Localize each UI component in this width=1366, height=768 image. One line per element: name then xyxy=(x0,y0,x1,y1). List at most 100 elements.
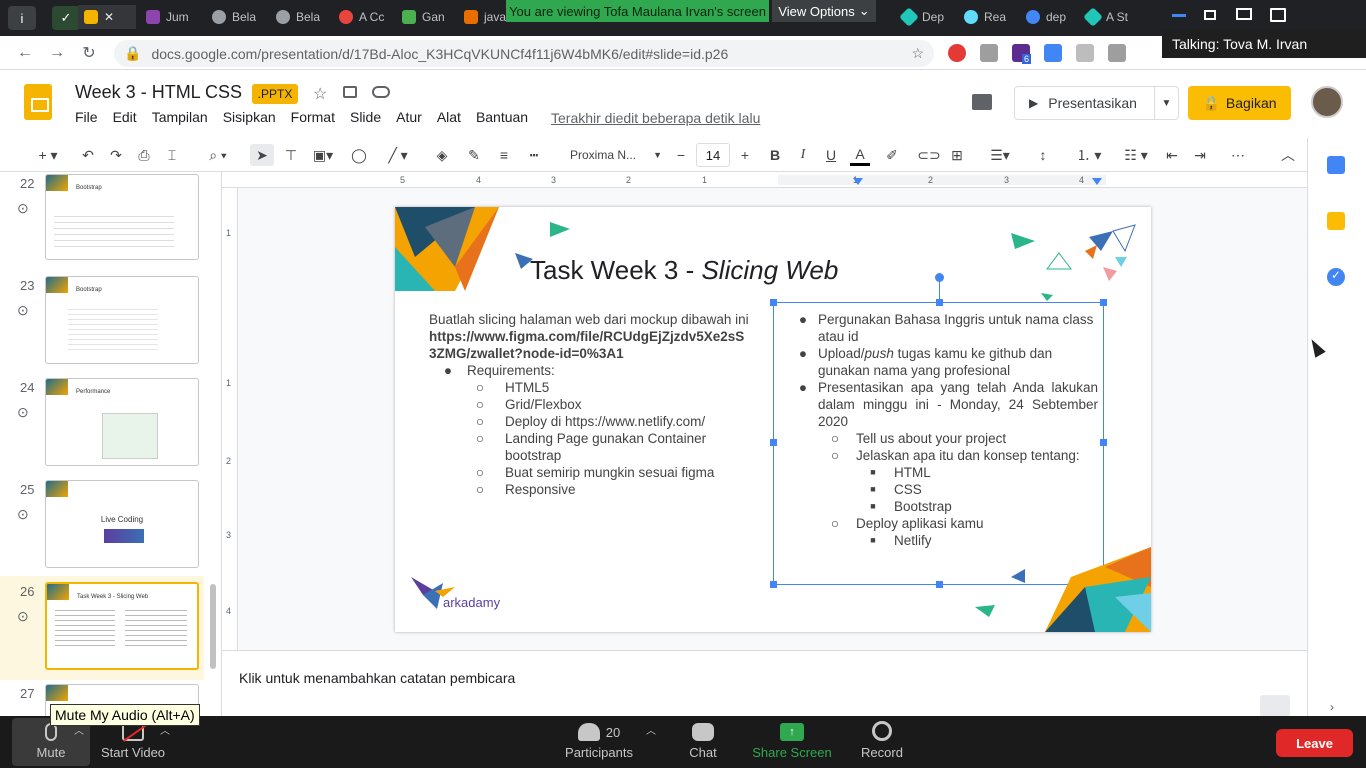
chevron-up-icon[interactable]: ︿ xyxy=(646,722,656,737)
menu-file[interactable]: File xyxy=(75,109,98,125)
tab-gan[interactable]: Gan xyxy=(396,5,452,29)
line-icon[interactable]: ╱ ▾ xyxy=(378,144,418,166)
left-text-box[interactable]: Buatlah slicing halaman web dari mockup … xyxy=(429,311,749,498)
tasks-icon[interactable]: ✓ xyxy=(1327,268,1345,286)
zoom-icon[interactable]: ⌕ ▾ xyxy=(200,144,236,166)
redo-icon[interactable]: ↷ xyxy=(106,144,126,166)
avatar[interactable] xyxy=(1311,86,1343,118)
calendar-icon[interactable] xyxy=(1327,156,1345,174)
bookmark-star-icon[interactable]: ☆ xyxy=(911,45,924,62)
increase-indent-icon[interactable]: ⇥ xyxy=(1190,144,1210,166)
maximize-icon[interactable] xyxy=(1236,8,1252,20)
increase-font-size-icon[interactable]: + xyxy=(736,144,754,166)
slide-thumbnail-active[interactable]: 26 ⊙ Task Week 3 - Slicing Web xyxy=(0,582,208,682)
line-spacing-icon[interactable]: ↕ xyxy=(1032,144,1054,166)
font-family-select[interactable]: Proxima N... ▼ xyxy=(564,144,662,166)
menu-format[interactable]: Format xyxy=(291,109,335,125)
bulleted-list-icon[interactable]: ☷ ▾ xyxy=(1116,144,1156,166)
back-arrow-icon[interactable]: ← xyxy=(14,43,36,63)
close-icon[interactable]: ✕ xyxy=(104,10,114,24)
minimize-icon[interactable] xyxy=(1172,14,1186,17)
slide-thumbnail[interactable]: 22 ⊙ Bootstrap xyxy=(0,174,208,274)
slide[interactable]: Task Week 3 - Slicing Web Buatlah slicin… xyxy=(395,207,1151,632)
extension-badge-icon[interactable]: 6 xyxy=(1012,44,1032,64)
slide-thumbnail[interactable]: 24 ⊙ Performance xyxy=(0,378,208,478)
slide-title[interactable]: Task Week 3 - Slicing Web xyxy=(530,255,838,286)
view-options-button[interactable]: View Options ⌄ xyxy=(772,0,876,22)
menu-insert[interactable]: Sisipkan xyxy=(223,109,276,125)
new-slide-icon[interactable]: + ▾ xyxy=(30,144,66,166)
italic-icon[interactable]: I xyxy=(794,144,812,166)
menu-slide[interactable]: Slide xyxy=(350,109,381,125)
share-screen-button[interactable]: ↑ Share Screen xyxy=(748,718,836,766)
text-box-icon[interactable]: ⊤ xyxy=(280,144,302,166)
border-dash-icon[interactable]: ┅ xyxy=(524,144,544,166)
filmstrip-scrollbar[interactable] xyxy=(210,584,216,669)
chevron-up-icon[interactable]: ︿ xyxy=(1278,144,1298,166)
keep-icon[interactable] xyxy=(1327,212,1345,230)
figma-link[interactable]: https://www.figma.com/file/RCUdgEjZjzdv5… xyxy=(429,328,749,362)
underline-icon[interactable]: U xyxy=(822,144,840,166)
explore-icon[interactable] xyxy=(1260,695,1290,717)
chevron-right-icon[interactable]: › xyxy=(1330,700,1334,714)
align-icon[interactable]: ☰▾ xyxy=(984,144,1016,166)
menu-arrange[interactable]: Atur xyxy=(396,109,422,125)
tab-java[interactable]: java xyxy=(458,5,508,29)
tab-bela-1[interactable]: Bela xyxy=(206,5,266,29)
vertical-ruler[interactable]: 1 1 2 3 4 xyxy=(222,188,238,650)
link-icon[interactable]: ⊂⊃ xyxy=(917,144,940,166)
present-button[interactable]: ▶ Presentasikan ▼ xyxy=(1014,86,1179,120)
leave-button[interactable]: Leave xyxy=(1276,729,1353,757)
fill-color-icon[interactable]: ◈ xyxy=(432,144,452,166)
star-icon[interactable]: ☆ xyxy=(313,84,327,104)
more-options-icon[interactable]: ⋯ xyxy=(1228,144,1248,166)
comment-icon[interactable] xyxy=(972,94,992,110)
numbered-list-icon[interactable]: ⒈ ▾ xyxy=(1070,144,1108,166)
translate-icon[interactable] xyxy=(1044,44,1062,62)
tab-acc[interactable]: A Cc xyxy=(333,5,393,29)
decrease-font-size-icon[interactable]: − xyxy=(672,144,690,166)
add-comment-icon[interactable]: ⊞ xyxy=(946,144,968,166)
decrease-indent-icon[interactable]: ⇤ xyxy=(1162,144,1182,166)
tab-dep[interactable]: Dep xyxy=(896,5,954,29)
shield-icon[interactable]: ✓ xyxy=(52,6,80,30)
undo-icon[interactable]: ↶ xyxy=(78,144,98,166)
extension-icon[interactable] xyxy=(1076,44,1094,62)
adblock-icon[interactable] xyxy=(948,44,966,62)
tab-ast[interactable]: A St xyxy=(1080,5,1142,29)
rotate-handle[interactable] xyxy=(935,273,944,282)
shape-icon[interactable]: ◯ xyxy=(348,144,370,166)
reload-icon[interactable]: ↻ xyxy=(78,43,100,63)
right-indent-marker-icon[interactable] xyxy=(1092,178,1102,185)
print-icon[interactable]: ⎙ xyxy=(134,144,154,166)
border-color-icon[interactable]: ✎ xyxy=(464,144,484,166)
menu-edit[interactable]: Edit xyxy=(113,109,137,125)
select-cursor-icon[interactable]: ➤ xyxy=(250,144,274,166)
resize-handle[interactable] xyxy=(770,581,777,588)
grid-icon[interactable] xyxy=(1270,8,1286,22)
slide-thumbnail[interactable]: 23 ⊙ Bootstrap xyxy=(0,276,208,376)
text-box-selection[interactable] xyxy=(770,273,1107,588)
tab-active[interactable]: ✕ xyxy=(78,5,136,29)
chat-button[interactable]: Chat xyxy=(682,718,724,766)
last-edit-link[interactable]: Terakhir diedit beberapa detik lalu xyxy=(551,110,760,126)
bold-icon[interactable]: B xyxy=(766,144,784,166)
image-icon[interactable]: ▣▾ xyxy=(308,144,338,166)
menu-view[interactable]: Tampilan xyxy=(152,109,208,125)
font-size-input[interactable]: 14 xyxy=(696,143,730,167)
resize-handle[interactable] xyxy=(936,299,943,306)
resize-handle[interactable] xyxy=(770,299,777,306)
paint-format-icon[interactable]: ⌶ xyxy=(162,144,182,166)
share-button[interactable]: 🔒 Bagikan xyxy=(1188,86,1291,120)
tab-bela-2[interactable]: Bela xyxy=(270,5,330,29)
resize-handle[interactable] xyxy=(1100,439,1107,446)
extension-icon[interactable] xyxy=(1108,44,1126,62)
border-weight-icon[interactable]: ≡ xyxy=(494,144,514,166)
resize-handle[interactable] xyxy=(1100,299,1107,306)
tab-jum[interactable]: Jum xyxy=(140,5,202,29)
resize-handle[interactable] xyxy=(936,581,943,588)
menu-help[interactable]: Bantuan xyxy=(476,109,528,125)
slide-thumbnail[interactable]: 25 ⊙ Live Coding xyxy=(0,480,208,580)
horizontal-ruler[interactable]: 5 4 3 2 1 1 2 3 4 xyxy=(222,172,1307,188)
resize-handle[interactable] xyxy=(770,439,777,446)
